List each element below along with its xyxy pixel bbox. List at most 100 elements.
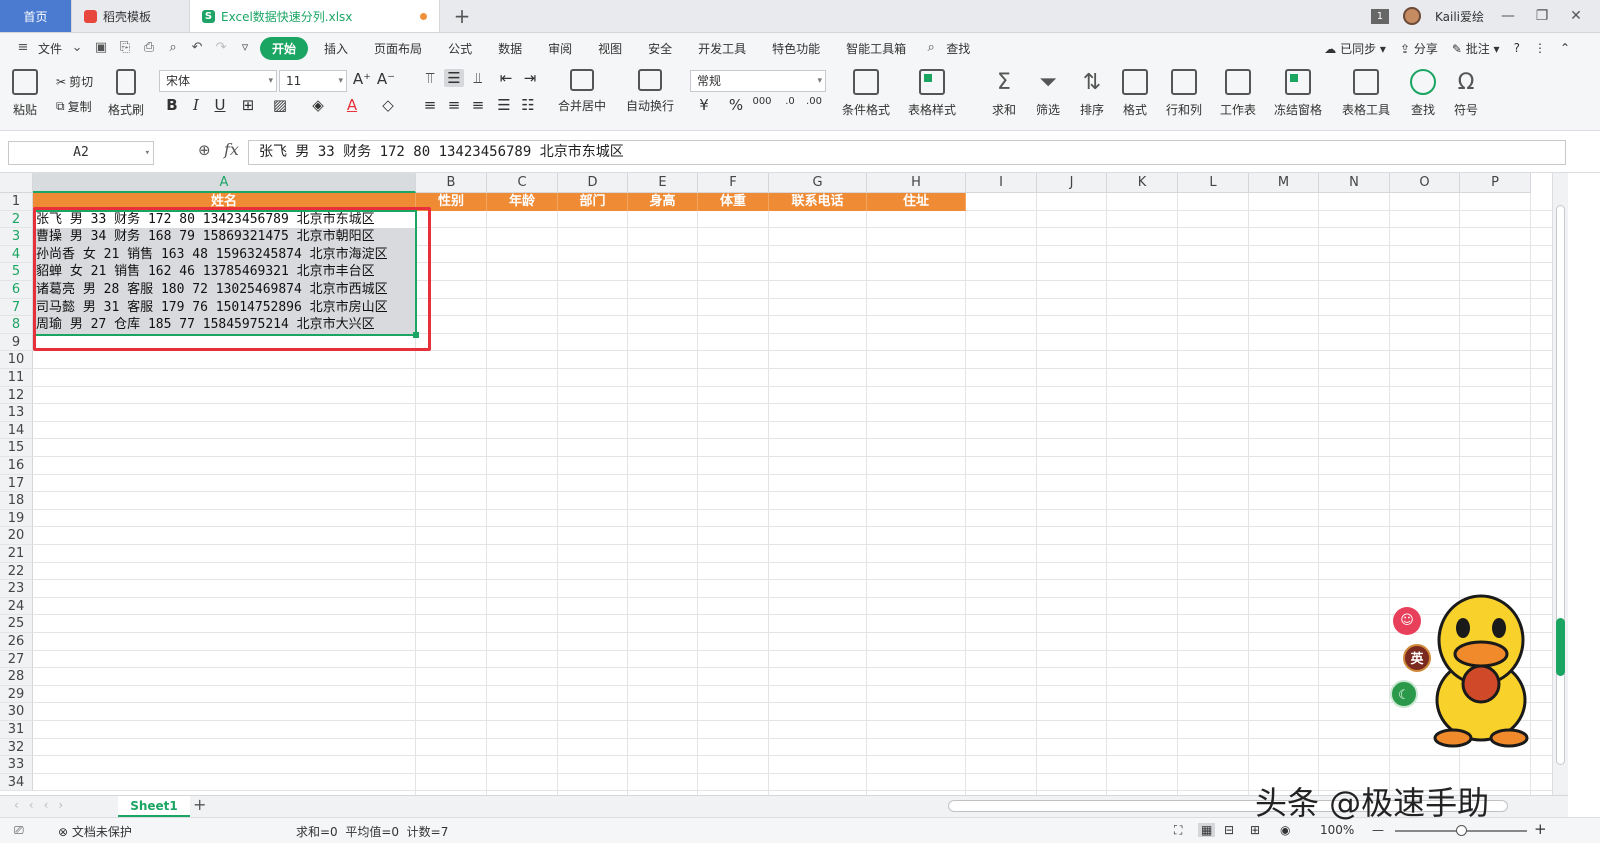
align-bottom-icon[interactable]: ⫫ [468,69,488,87]
column-header-b[interactable]: B [416,173,487,193]
menu-view[interactable]: 视图 [588,40,632,57]
column-header-f[interactable]: F [698,173,769,193]
zoom-in-icon[interactable]: + [1534,820,1547,838]
header-cell[interactable]: 身高 [628,193,698,211]
normal-view-icon[interactable]: ▦ [1198,823,1216,837]
page-break-view-icon[interactable]: ⊞ [1250,823,1260,837]
user-name[interactable]: Kaili爱绘 [1435,8,1484,25]
clear-format-icon[interactable]: ◇ [378,96,398,114]
column-header-a[interactable]: A [33,173,416,193]
menu-features[interactable]: 特色功能 [762,40,830,57]
search-icon[interactable]: ⌕ [922,39,940,57]
page-layout-view-icon[interactable]: ⊟ [1224,823,1234,837]
column-header-k[interactable]: K [1107,173,1178,193]
indent-increase-icon[interactable]: ⇥ [520,69,540,87]
row-header-23[interactable]: 23 [0,580,33,598]
column-header-d[interactable]: D [558,173,628,193]
font-color-icon[interactable]: A [342,96,362,114]
row-header-19[interactable]: 19 [0,509,33,528]
header-cell[interactable]: 体重 [698,193,769,211]
header-cell[interactable]: 部门 [558,193,628,211]
formula-input[interactable]: 张飞 男 33 财务 172 80 13423456789 北京市东城区 [248,140,1566,165]
header-cell[interactable]: 联系电话 [769,193,867,211]
row-header-2[interactable]: 2 [0,210,33,229]
row-header-14[interactable]: 14 [0,421,33,440]
increase-decimal-icon[interactable]: .0 [780,96,800,107]
italic-icon[interactable]: I [186,96,206,114]
decrease-decimal-icon[interactable]: .00 [804,96,824,107]
fullscreen-icon[interactable]: ⛶ [1174,823,1182,838]
row-header-4[interactable]: 4 [0,245,33,264]
customize-icon[interactable]: ▿ [236,39,254,57]
row-header-33[interactable]: 33 [0,756,33,774]
menu-data[interactable]: 数据 [488,40,532,57]
save-icon[interactable]: ▣ [92,39,110,57]
align-top-icon[interactable]: ⫪ [420,69,440,87]
protect-status[interactable]: ⊗ 文档未保护 [58,823,132,840]
currency-icon[interactable]: ¥ [694,96,714,114]
menu-search[interactable]: 查找 [946,40,980,57]
sheet-nav-arrows[interactable]: ‹‹‹› [14,798,73,812]
find-button[interactable]: 查找 [1410,69,1436,118]
scroll-position-indicator[interactable] [1556,618,1565,676]
column-header-o[interactable]: O [1390,173,1460,193]
row-header-9[interactable]: 9 [0,333,33,352]
column-header-l[interactable]: L [1178,173,1249,193]
row-header-30[interactable]: 30 [0,703,33,721]
eye-protect-icon[interactable]: ◉ [1280,823,1290,837]
row-header-12[interactable]: 12 [0,386,33,405]
print-icon[interactable]: ⎙ [140,39,158,57]
font-family-select[interactable]: 宋体 [159,70,277,92]
justify-icon[interactable]: ☰ [494,96,514,114]
indent-decrease-icon[interactable]: ⇤ [496,69,516,87]
sheet-tab-sheet1[interactable]: Sheet1 [118,796,190,817]
header-cell[interactable]: 年龄 [487,193,558,211]
zoom-formula-icon[interactable]: ⊕ [198,141,211,159]
sync-status[interactable]: ☁ 已同步 ▾ [1324,40,1386,57]
format-painter-button[interactable]: 格式刷 [108,69,144,118]
row-header-16[interactable]: 16 [0,457,33,475]
row-header-18[interactable]: 18 [0,492,33,510]
fx-icon[interactable]: fx [224,140,239,159]
freeze-button[interactable]: 冻结窗格 [1274,69,1322,118]
zoom-slider-knob[interactable] [1456,825,1467,836]
thousands-icon[interactable]: 000 [752,96,772,107]
row-header-26[interactable]: 26 [0,633,33,651]
avatar[interactable] [1402,7,1421,25]
menu-insert[interactable]: 插入 [314,40,358,57]
tab-home[interactable]: 首页 [0,0,72,32]
name-box[interactable]: A2 [8,141,154,165]
fill-pattern-icon[interactable]: ▨ [270,96,290,114]
align-left-icon[interactable]: ≡ [420,96,440,114]
row-header-7[interactable]: 7 [0,298,33,317]
column-header-e[interactable]: E [628,173,698,193]
row-header-15[interactable]: 15 [0,439,33,457]
row-header-25[interactable]: 25 [0,615,33,633]
underline-icon[interactable]: U [210,96,230,114]
comment-button[interactable]: ✎ 批注 ▾ [1452,40,1500,57]
paste-button[interactable]: 粘贴 [12,69,38,118]
add-sheet-button[interactable]: + [193,795,206,814]
align-right-icon[interactable]: ≡ [468,96,488,114]
menu-formulas[interactable]: 公式 [438,40,482,57]
row-header-32[interactable]: 32 [0,738,33,757]
menu-home[interactable]: 开始 [260,36,309,60]
header-cell[interactable]: 住址 [867,193,966,211]
align-middle-icon[interactable]: ☰ [444,69,464,87]
redo-icon[interactable]: ↷ [212,39,230,57]
column-header-m[interactable]: M [1249,173,1319,193]
restore-icon[interactable]: ❐ [1532,8,1552,24]
close-icon[interactable]: ✕ [1566,8,1586,24]
duck-mascot-icon[interactable] [1425,588,1537,748]
zoom-out-icon[interactable]: — [1372,823,1384,837]
wrap-text-button[interactable]: 自动换行 [626,69,674,114]
hamburger-icon[interactable]: ≡ [14,39,32,57]
new-tab-button[interactable]: + [440,0,484,32]
row-header-6[interactable]: 6 [0,281,33,299]
row-header-5[interactable]: 5 [0,263,33,281]
tab-file[interactable]: S Excel数据快速分列.xlsx [190,0,440,32]
share-button[interactable]: ⇪ 分享 [1400,40,1438,57]
column-header-p[interactable]: P [1460,173,1531,193]
zoom-level[interactable]: 100% [1320,823,1354,837]
macro-icon[interactable]: ⎚ [14,823,24,838]
